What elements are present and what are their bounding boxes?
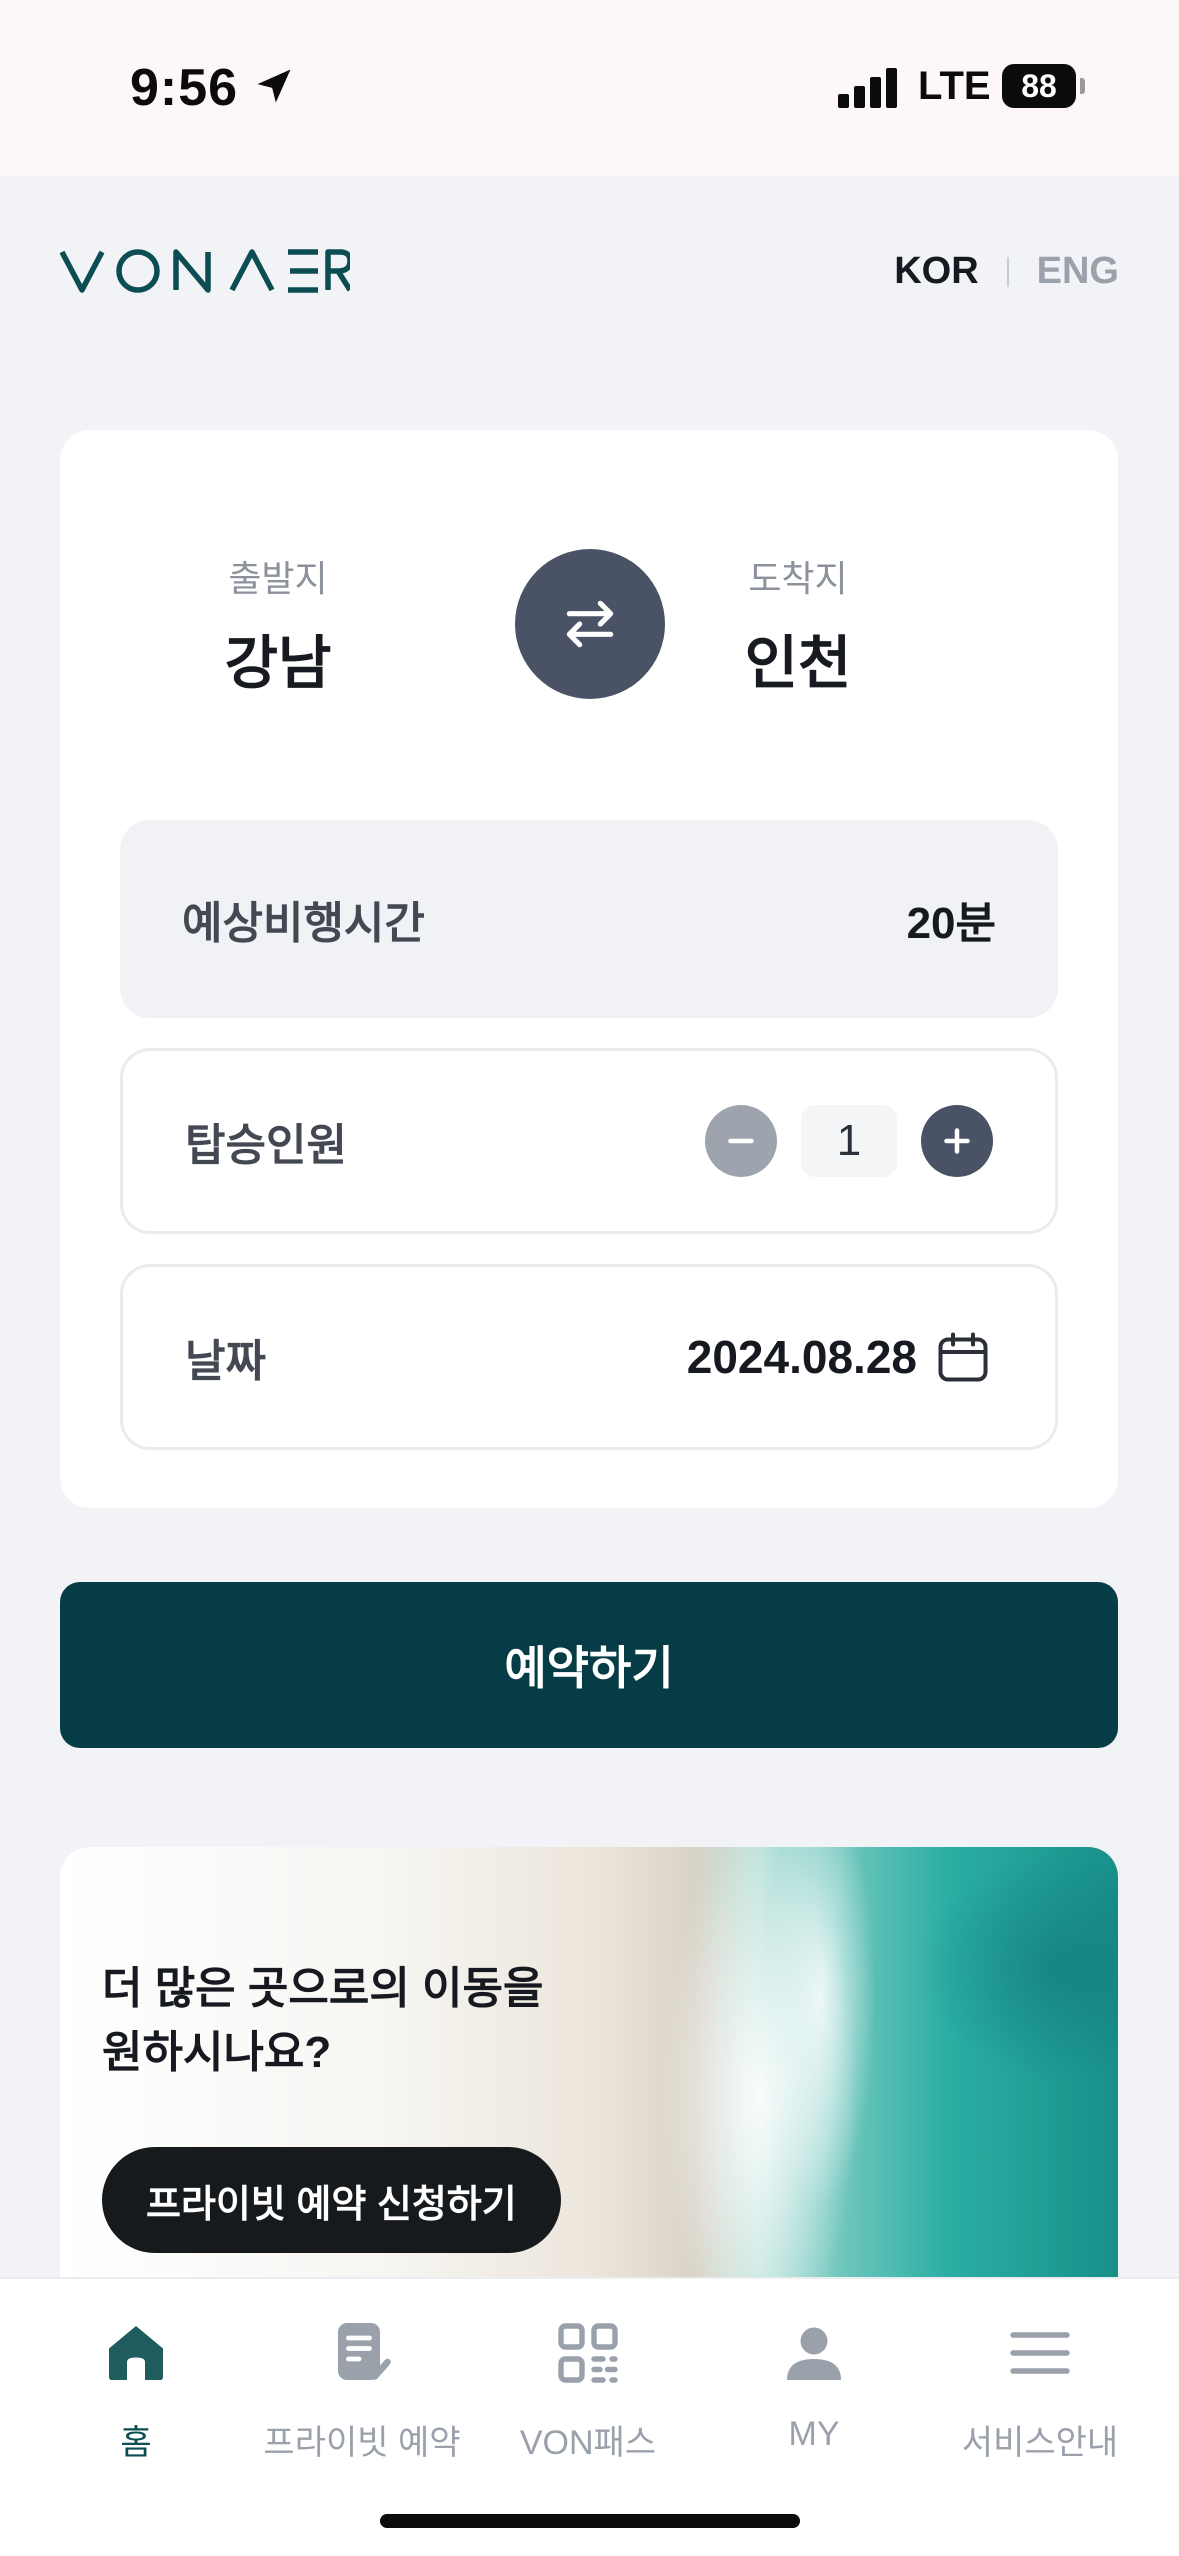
flight-time-value: 20분 <box>906 899 996 948</box>
lang-divider <box>1006 256 1009 287</box>
tab-home[interactable]: 홈 <box>26 2317 246 2464</box>
arrival-caption: 도착지 <box>748 558 848 599</box>
date-label: 날짜 <box>185 1337 266 1386</box>
network-type: LTE <box>918 64 991 108</box>
arrival-selector[interactable]: 도착지 인천 <box>648 550 948 700</box>
departure-selector[interactable]: 출발지 강남 <box>128 550 428 700</box>
plus-icon <box>944 1128 970 1154</box>
tab-my[interactable]: MY <box>704 2317 924 2454</box>
departure-caption: 출발지 <box>228 558 328 599</box>
person-icon <box>787 2327 841 2380</box>
battery-icon: 88 <box>1002 64 1076 108</box>
swap-route-button[interactable] <box>515 549 665 699</box>
lang-eng[interactable]: ENG <box>1037 250 1119 293</box>
decrease-passenger-button[interactable] <box>705 1105 777 1177</box>
battery-tip <box>1080 78 1085 94</box>
lang-kor[interactable]: KOR <box>894 250 978 293</box>
flight-time-label: 예상비행시간 <box>182 899 425 948</box>
passenger-stepper: 1 <box>705 1105 993 1177</box>
tab-service-info[interactable]: 서비스안내 <box>930 2317 1150 2464</box>
vonaer-logo <box>60 249 350 293</box>
tab-private-booking[interactable]: 프라이빗 예약 <box>252 2317 472 2464</box>
signal-icon <box>838 68 900 108</box>
swap-arrows-icon <box>566 600 614 648</box>
departure-place: 강남 <box>224 631 332 696</box>
date-value: 2024.08.28 <box>686 1331 917 1383</box>
date-value-group: 2024.08.28 <box>687 1327 993 1387</box>
private-booking-cta-button[interactable]: 프라이빗 예약 신청하기 <box>102 2147 561 2253</box>
banner-text: 더 많은 곳으로의 이동을 원하시나요? <box>102 1957 543 2085</box>
banner-line-2: 원하시나요? <box>102 2028 332 2077</box>
date-row[interactable]: 날짜 2024.08.28 <box>120 1264 1058 1450</box>
tab-label: MY <box>788 2415 840 2453</box>
status-time: 9:56 <box>130 59 239 117</box>
reserve-button[interactable]: 예약하기 <box>60 1582 1118 1748</box>
minus-icon <box>728 1138 754 1144</box>
increase-passenger-button[interactable] <box>921 1105 993 1177</box>
arrival-place: 인천 <box>744 631 852 696</box>
language-switcher: KOR ENG <box>894 250 1119 293</box>
home-indicator <box>380 2514 800 2528</box>
menu-icon <box>1010 2332 1070 2374</box>
home-icon <box>109 2326 163 2380</box>
qr-code-icon <box>558 2323 618 2383</box>
banner-line-1: 더 많은 곳으로의 이동을 <box>102 1964 544 2013</box>
tab-von-pass[interactable]: VON패스 <box>478 2317 698 2464</box>
private-booking-banner[interactable]: 더 많은 곳으로의 이동을 원하시나요? 프라이빗 예약 신청하기 <box>60 1847 1118 2277</box>
booking-card: 출발지 강남 도착지 인천 예상비행시간 20분 탑승인원 1 날짜 2024.… <box>60 430 1118 1508</box>
passenger-row: 탑승인원 1 <box>120 1048 1058 1234</box>
status-bar: 9:56 LTE 88 <box>0 0 1179 176</box>
tab-label: 프라이빗 예약 <box>263 2424 461 2462</box>
document-check-icon <box>338 2323 391 2380</box>
passenger-count: 1 <box>801 1105 897 1177</box>
tab-label: 홈 <box>120 2424 152 2462</box>
tab-label: VON패스 <box>519 2424 657 2462</box>
calendar-icon[interactable] <box>933 1327 993 1387</box>
tab-label: 서비스안내 <box>961 2424 1119 2462</box>
location-arrow-icon <box>257 69 291 103</box>
passenger-label: 탑승인원 <box>185 1121 347 1170</box>
flight-time-row: 예상비행시간 20분 <box>120 820 1058 1018</box>
